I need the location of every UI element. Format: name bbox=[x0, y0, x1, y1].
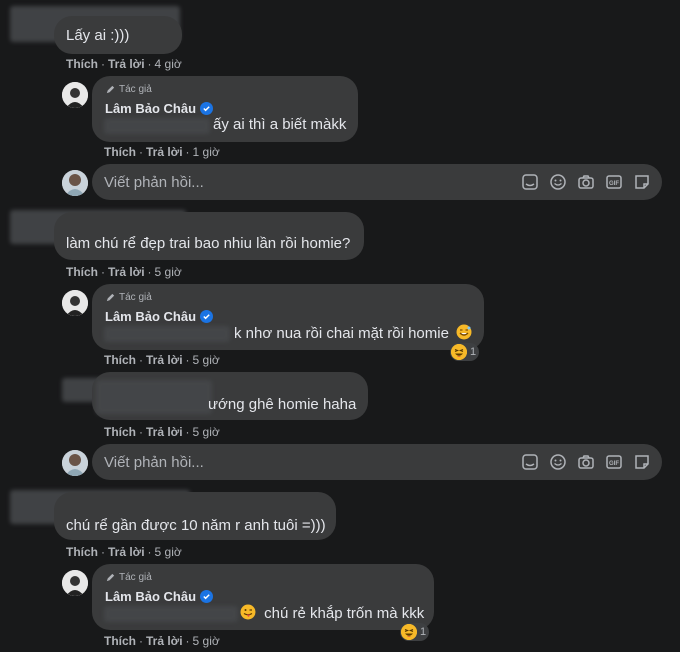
reply-button[interactable]: Trả lời bbox=[108, 265, 145, 279]
reply-tools: GIF bbox=[520, 172, 652, 192]
avatar-sticker-icon[interactable] bbox=[520, 452, 540, 472]
reply-time: 5 giờ bbox=[192, 353, 220, 367]
svg-text:GIF: GIF bbox=[609, 461, 619, 467]
emoji-icon[interactable] bbox=[548, 452, 568, 472]
comment-text: làm chú rể đẹp trai bao nhiu lần rồi hom… bbox=[66, 235, 351, 252]
sweat-smile-emoji-icon bbox=[456, 324, 472, 344]
author-tag-label: Tác giả bbox=[119, 84, 152, 95]
redacted-mention bbox=[104, 118, 210, 134]
verified-badge-icon bbox=[200, 102, 214, 115]
reply-button[interactable]: Trả lời bbox=[146, 353, 183, 367]
comment-actions: Thích · Trả lời · 5 giờ bbox=[66, 545, 182, 559]
reaction-count: 1 bbox=[420, 626, 427, 638]
comment-time: 4 giờ bbox=[154, 57, 182, 71]
author-badge: Tác giả bbox=[105, 572, 152, 583]
reply-tools: GIF bbox=[520, 452, 652, 472]
author-tag-label: Tác giả bbox=[119, 292, 152, 303]
like-button[interactable]: Thích bbox=[66, 57, 98, 71]
user-avatar[interactable] bbox=[62, 170, 88, 196]
comment-text: chú rể gần được 10 năm r anh tuôi =))) bbox=[66, 517, 326, 534]
redacted-mention bbox=[104, 606, 238, 622]
haha-reaction-icon bbox=[401, 624, 417, 640]
camera-icon[interactable] bbox=[576, 452, 596, 472]
reply-input[interactable]: Viết phản hồi... GIF bbox=[92, 444, 662, 480]
gif-icon[interactable]: GIF bbox=[604, 452, 624, 472]
reply-input[interactable]: Viết phản hồi... GIF bbox=[92, 164, 662, 200]
user-avatar[interactable] bbox=[62, 450, 88, 476]
reply-actions: Thích · Trả lời · 1 giờ bbox=[104, 145, 220, 159]
reply-placeholder: Viết phản hồi... bbox=[104, 173, 204, 191]
reply-button[interactable]: Trả lời bbox=[146, 634, 183, 648]
like-button[interactable]: Thích bbox=[66, 545, 98, 559]
comment-text: Lấy ai :))) bbox=[66, 27, 130, 44]
like-button[interactable]: Thích bbox=[66, 265, 98, 279]
reply-text: k nhơ nua rồi chai mặt rồi homie bbox=[234, 324, 472, 344]
tongue-out-emoji-icon bbox=[240, 604, 256, 624]
comment-time: 5 giờ bbox=[154, 265, 182, 279]
sticker-icon[interactable] bbox=[632, 452, 652, 472]
gif-icon[interactable]: GIF bbox=[604, 172, 624, 192]
comment-actions: Thích · Trả lời · 4 giờ bbox=[66, 57, 182, 71]
haha-reaction-icon bbox=[451, 344, 467, 360]
reply-actions: Thích · Trả lời · 5 giờ bbox=[104, 634, 220, 648]
reply-button[interactable]: Trả lời bbox=[108, 57, 145, 71]
pencil-icon bbox=[105, 572, 116, 583]
svg-text:GIF: GIF bbox=[609, 181, 619, 187]
comment-thread: Lấy ai :))) Thích · Trả lời · 4 giờ Tác giả … bbox=[0, 0, 680, 652]
sticker-icon[interactable] bbox=[632, 172, 652, 192]
comment-bubble: Lấy ai :))) bbox=[54, 16, 182, 54]
author-badge: Tác giả bbox=[105, 292, 152, 303]
comment-time: 5 giờ bbox=[154, 545, 182, 559]
like-button[interactable]: Thích bbox=[104, 425, 136, 439]
author-name[interactable]: Lâm Bảo Châu bbox=[105, 589, 214, 604]
reply-time: 5 giờ bbox=[192, 634, 220, 648]
avatar-sticker-icon[interactable] bbox=[520, 172, 540, 192]
reply-time: 1 giờ bbox=[192, 145, 220, 159]
comment-bubble: chú rể gần được 10 năm r anh tuôi =))) bbox=[54, 492, 336, 540]
like-button[interactable]: Thích bbox=[104, 353, 136, 367]
verified-badge-icon bbox=[200, 590, 214, 603]
redacted-name bbox=[96, 380, 212, 414]
reply-button[interactable]: Trả lời bbox=[146, 145, 183, 159]
comment-bubble: làm chú rể đẹp trai bao nhiu lần rồi hom… bbox=[54, 212, 364, 260]
reply-text: ấy ai thì a biết màkk bbox=[213, 116, 347, 133]
pencil-icon bbox=[105, 84, 116, 95]
reply-button[interactable]: Trả lời bbox=[146, 425, 183, 439]
author-avatar[interactable] bbox=[62, 290, 88, 316]
reply-actions: Thích · Trả lời · 5 giờ bbox=[104, 425, 220, 439]
comment-actions: Thích · Trả lời · 5 giờ bbox=[66, 265, 182, 279]
author-name[interactable]: Lâm Bảo Châu bbox=[105, 101, 214, 116]
verified-badge-icon bbox=[200, 310, 214, 323]
camera-icon[interactable] bbox=[576, 172, 596, 192]
author-badge: Tác giả bbox=[105, 84, 152, 95]
reaction-count: 1 bbox=[470, 346, 477, 358]
reply-time: 5 giờ bbox=[192, 425, 220, 439]
author-name[interactable]: Lâm Bảo Châu bbox=[105, 309, 214, 324]
author-tag-label: Tác giả bbox=[119, 572, 152, 583]
reaction-summary[interactable]: 1 bbox=[400, 623, 430, 641]
reply-text: ướng ghê homie haha bbox=[208, 396, 357, 413]
like-button[interactable]: Thích bbox=[104, 634, 136, 648]
reply-actions: Thích · Trả lời · 5 giờ bbox=[104, 353, 220, 367]
reply-placeholder: Viết phản hồi... bbox=[104, 453, 204, 471]
author-avatar[interactable] bbox=[62, 82, 88, 108]
like-button[interactable]: Thích bbox=[104, 145, 136, 159]
reply-button[interactable]: Trả lời bbox=[108, 545, 145, 559]
emoji-icon[interactable] bbox=[548, 172, 568, 192]
reaction-summary[interactable]: 1 bbox=[450, 343, 480, 361]
reply-text: chú rẻ khắp trốn mà kkk bbox=[240, 604, 424, 624]
redacted-mention bbox=[104, 326, 230, 342]
author-avatar[interactable] bbox=[62, 570, 88, 596]
pencil-icon bbox=[105, 292, 116, 303]
